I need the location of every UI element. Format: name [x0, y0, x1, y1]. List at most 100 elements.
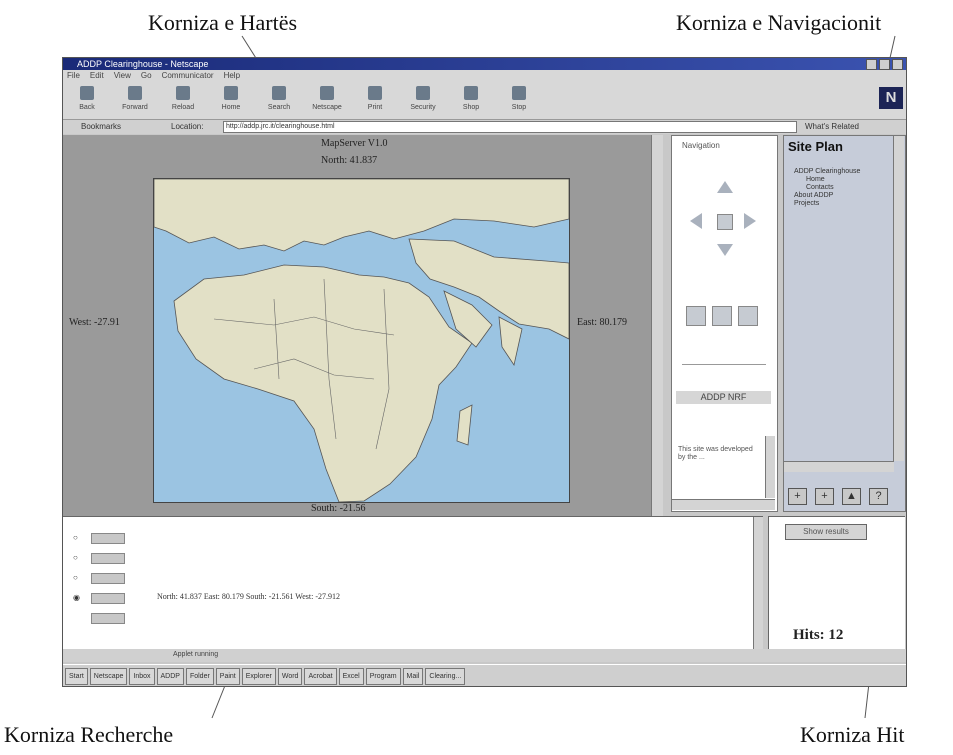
map-north-coordinate: North: 41.837: [321, 155, 378, 166]
forward-button[interactable]: Forward: [113, 86, 157, 111]
pan-north-arrow-icon[interactable]: [717, 181, 733, 193]
back-button[interactable]: Back: [65, 86, 109, 111]
pan-east-arrow-icon[interactable]: [744, 213, 756, 229]
map-frame: MapServer V1.0 North: 41.837 West: -27.9…: [63, 135, 663, 516]
expand-button[interactable]: +: [788, 488, 807, 505]
tree-item[interactable]: Projects: [794, 200, 860, 208]
tree-item[interactable]: Contacts: [806, 184, 860, 192]
taskbar-item[interactable]: Inbox: [129, 668, 155, 685]
navigation-toolbar: Back Forward Reload Home Search Netscape…: [63, 82, 906, 120]
search-frame: ○ ○ ○ ◉ North: 41.837 East: 80.179 South…: [63, 516, 763, 649]
title-bar: ADDP Clearinghouse - Netscape: [63, 58, 906, 70]
callout-navigation-frame: Korniza e Navigacionit: [676, 10, 882, 35]
navigation-divider: [682, 364, 766, 365]
menu-go[interactable]: Go: [141, 70, 152, 82]
security-button[interactable]: Security: [401, 86, 445, 111]
hit-frame: Show results Hits: 12: [768, 516, 905, 649]
search-tool-button[interactable]: [91, 533, 125, 544]
map-south-coordinate: South: -21.56: [311, 503, 366, 514]
site-plan-frame: Site Plan ADDP Clearinghouse Home Contac…: [783, 135, 906, 512]
taskbar-item-active[interactable]: Clearing...: [425, 668, 466, 685]
back-icon: [80, 86, 94, 100]
menu-view[interactable]: View: [114, 70, 131, 82]
site-plan-vertical-scrollbar[interactable]: [893, 136, 904, 461]
taskbar-item[interactable]: Paint: [215, 668, 240, 685]
taskbar-item[interactable]: Acrobat: [304, 668, 337, 685]
menu-file[interactable]: File: [67, 70, 80, 82]
radio-option[interactable]: ○: [73, 553, 78, 562]
taskbar-item[interactable]: Word: [277, 668, 303, 685]
search-scrollbar[interactable]: [753, 517, 763, 649]
map-east-coordinate: East: 80.179: [577, 317, 627, 328]
map-landmass-drawing: [154, 179, 569, 502]
reload-button[interactable]: Reload: [161, 86, 205, 111]
zoom-out-button[interactable]: [738, 306, 758, 326]
menu-help[interactable]: Help: [224, 70, 240, 82]
whats-related-button[interactable]: What's Related: [805, 122, 859, 131]
navigation-frame: Navigation ADDP NRF This site was develo…: [671, 135, 778, 512]
map-scrollbar[interactable]: [651, 135, 663, 516]
status-text: Applet running: [173, 651, 219, 658]
bookmarks-button[interactable]: Bookmarks: [81, 122, 121, 131]
menu-edit[interactable]: Edit: [90, 70, 104, 82]
globe-button[interactable]: [712, 306, 732, 326]
taskbar-item[interactable]: Netscape: [89, 668, 128, 685]
location-bar: Bookmarks Location: http://addp.jrc.it/c…: [63, 120, 906, 134]
taskbar-item[interactable]: ADDP: [156, 668, 184, 685]
taskbar-item[interactable]: Explorer: [241, 668, 276, 685]
search-button[interactable]: Search: [257, 86, 301, 111]
print-button[interactable]: Print: [353, 86, 397, 111]
search-tool-button[interactable]: [91, 593, 125, 604]
radio-option[interactable]: ○: [73, 533, 78, 542]
search-coordinates: North: 41.837 East: 80.179 South: -21.56…: [157, 592, 340, 601]
show-results-button[interactable]: Show results: [785, 524, 867, 540]
zoom-in-button[interactable]: [686, 306, 706, 326]
site-plan-tree: ADDP Clearinghouse Home Contacts About A…: [794, 168, 860, 208]
maximize-button[interactable]: [879, 59, 890, 70]
pan-south-arrow-icon[interactable]: [717, 244, 733, 256]
navigation-horizontal-scrollbar[interactable]: [672, 499, 775, 510]
print-icon: [368, 86, 382, 100]
search-tool-button[interactable]: [91, 573, 125, 584]
up-button[interactable]: ▲: [842, 488, 861, 505]
collapse-button[interactable]: +: [815, 488, 834, 505]
map-viewer-label: MapServer V1.0: [321, 138, 388, 149]
taskbar-item[interactable]: Program: [365, 668, 401, 685]
hits-count: Hits: 12: [793, 627, 844, 643]
taskbar-item[interactable]: Excel: [338, 668, 364, 685]
navigation-vertical-scrollbar[interactable]: [765, 436, 775, 498]
menu-communicator[interactable]: Communicator: [162, 70, 214, 82]
location-label: Location:: [171, 122, 204, 131]
radio-option[interactable]: ○: [73, 573, 78, 582]
tree-item[interactable]: Home: [806, 176, 860, 184]
search-tool-button[interactable]: [91, 553, 125, 564]
netscape-icon: [320, 86, 334, 100]
site-plan-horizontal-scrollbar[interactable]: [784, 461, 894, 472]
taskbar-item[interactable]: Mail: [402, 668, 424, 685]
reload-icon: [176, 86, 190, 100]
radio-option-selected[interactable]: ◉: [73, 593, 80, 602]
taskbar-item[interactable]: Folder: [185, 668, 214, 685]
home-button[interactable]: Home: [209, 86, 253, 111]
pan-west-arrow-icon[interactable]: [690, 213, 702, 229]
netscape-logo: N: [879, 87, 903, 109]
taskbar: Start Netscape Inbox ADDP Folder Paint E…: [63, 664, 906, 686]
start-button[interactable]: Start: [65, 668, 88, 685]
netscape-button[interactable]: Netscape: [305, 86, 349, 111]
help-button[interactable]: ?: [869, 488, 888, 505]
minimize-button[interactable]: [866, 59, 877, 70]
search-tool-button[interactable]: [91, 613, 125, 624]
url-input[interactable]: http://addp.jrc.it/clearinghouse.html: [223, 121, 797, 133]
stop-button[interactable]: Stop: [497, 86, 541, 111]
shop-button[interactable]: Shop: [449, 86, 493, 111]
tree-item[interactable]: ADDP Clearinghouse: [794, 168, 860, 176]
map-image[interactable]: [153, 178, 570, 503]
close-button[interactable]: [892, 59, 903, 70]
zoom-center-button[interactable]: [717, 214, 733, 230]
tree-item[interactable]: About ADDP: [794, 192, 860, 200]
stop-icon: [512, 86, 526, 100]
search-icon: [272, 86, 286, 100]
home-icon: [224, 86, 238, 100]
navigation-brand-label: ADDP NRF: [676, 391, 771, 404]
forward-icon: [128, 86, 142, 100]
